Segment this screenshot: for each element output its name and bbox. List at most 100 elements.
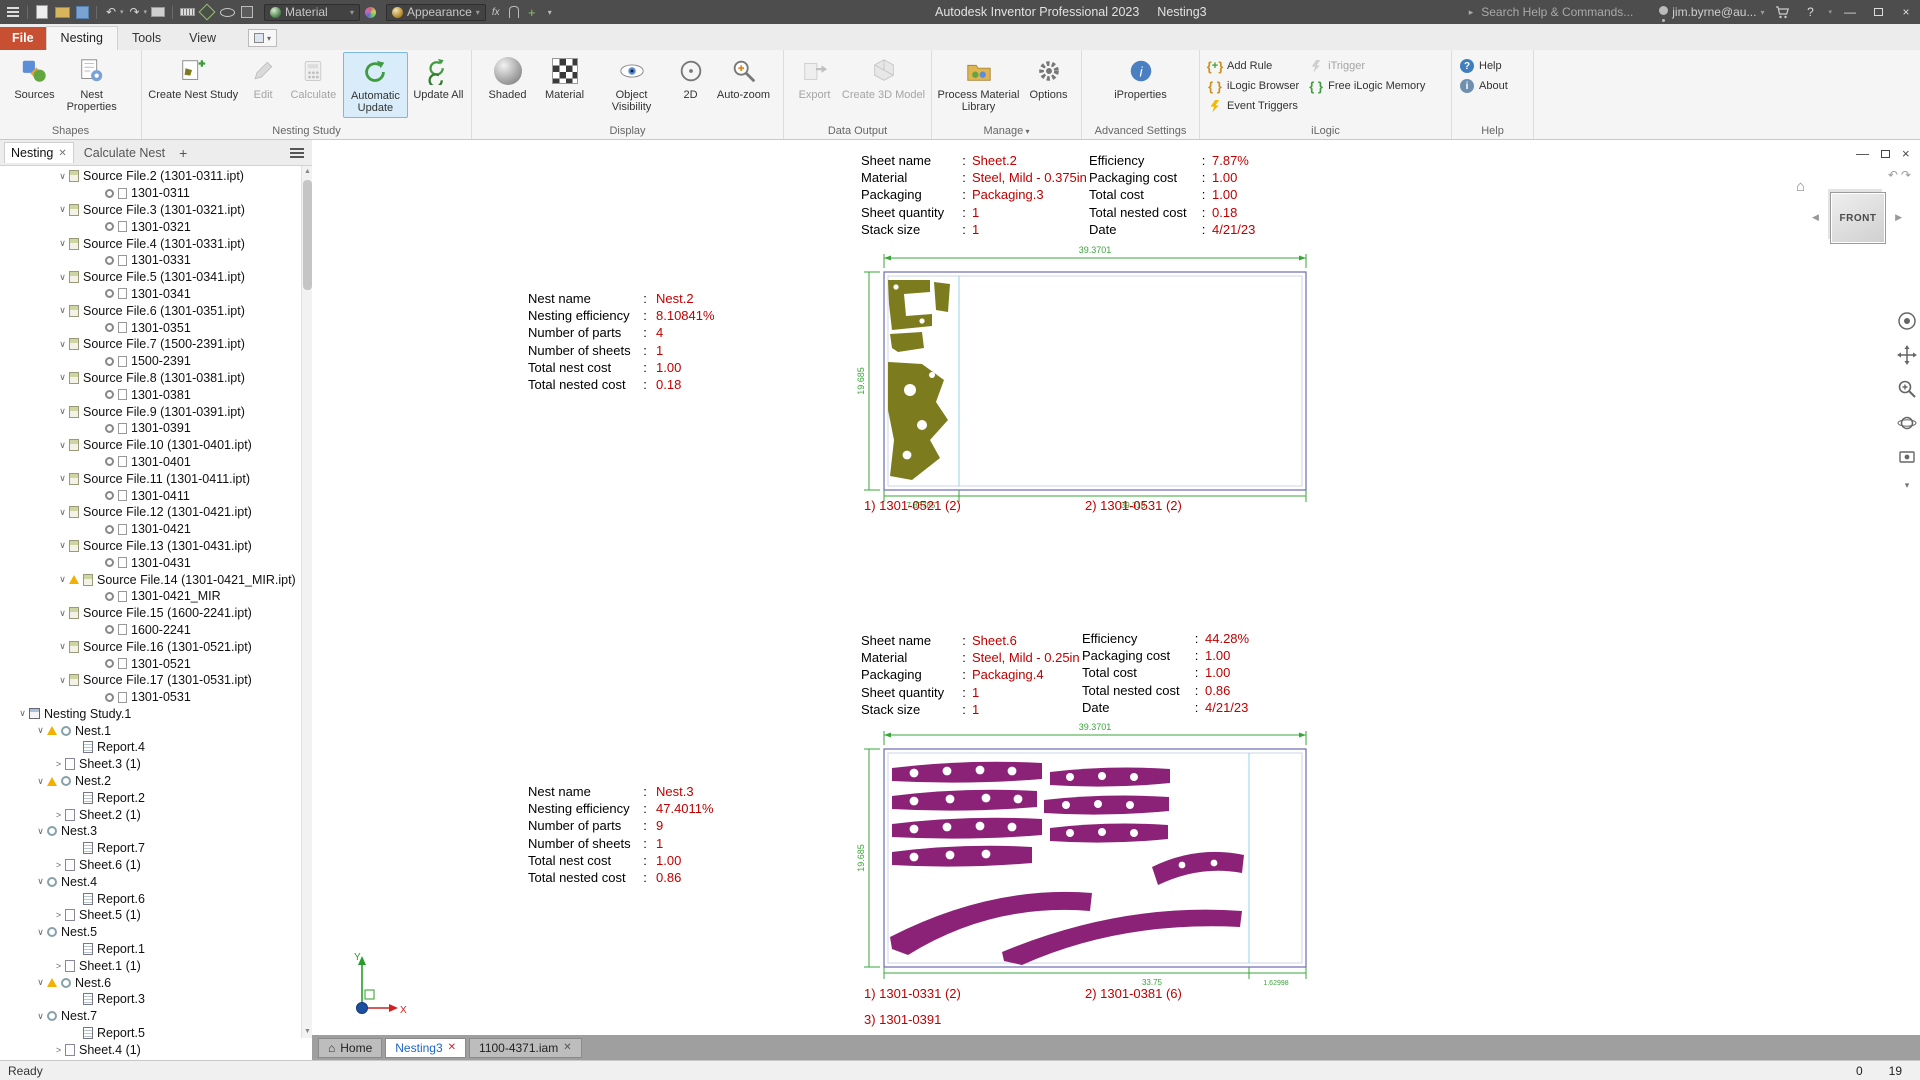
group-label-manage[interactable]: Manage bbox=[932, 125, 1081, 137]
graphics-window[interactable]: — × Sheet name:Sheet.2Material:Steel, Mi… bbox=[312, 140, 1920, 1035]
browser-menu-icon[interactable] bbox=[290, 148, 304, 158]
tree-item[interactable]: Report.6 bbox=[0, 890, 300, 907]
automatic-update-button[interactable]: Automatic Update bbox=[343, 52, 408, 118]
close-icon[interactable]: ✕ bbox=[448, 1042, 456, 1053]
tree-toggle[interactable]: ∨ bbox=[16, 708, 29, 719]
attach-icon[interactable] bbox=[506, 4, 522, 20]
tab-file[interactable]: File bbox=[0, 27, 46, 50]
tree-item[interactable]: >Sheet.6 (1) bbox=[0, 857, 300, 874]
app-icon[interactable] bbox=[4, 4, 22, 20]
tree-item[interactable]: ∨Nest.5 bbox=[0, 924, 300, 941]
tree-toggle[interactable]: ∨ bbox=[34, 1011, 47, 1022]
measure-icon[interactable] bbox=[178, 4, 196, 20]
tree-toggle[interactable]: ∨ bbox=[34, 826, 47, 837]
tree-item[interactable]: 1301-0331 bbox=[0, 252, 300, 269]
tree-toggle[interactable]: > bbox=[52, 961, 65, 971]
tree-item[interactable]: ∨Nest.1 bbox=[0, 722, 300, 739]
tree-item[interactable]: ∨Nest.3 bbox=[0, 823, 300, 840]
tree-item[interactable]: ∨Nest.4 bbox=[0, 873, 300, 890]
tree-item[interactable]: ∨Source File.4 (1301-0331.ipt) bbox=[0, 235, 300, 252]
itrigger-button[interactable]: iTrigger bbox=[1305, 56, 1429, 76]
panel-toggle-button[interactable]: ▾ bbox=[248, 29, 277, 47]
navigation-wheel-icon[interactable] bbox=[1896, 310, 1918, 332]
tree-toggle[interactable]: ∨ bbox=[34, 725, 47, 736]
new-icon[interactable] bbox=[33, 4, 51, 20]
close-button[interactable]: × bbox=[1896, 2, 1916, 22]
tree-item[interactable]: 1500-2391 bbox=[0, 353, 300, 370]
tree-item[interactable]: ∨Source File.11 (1301-0411.ipt) bbox=[0, 470, 300, 487]
tab-tools[interactable]: Tools bbox=[118, 27, 175, 50]
tree-toggle[interactable]: > bbox=[52, 810, 65, 820]
tree-toggle[interactable]: > bbox=[52, 910, 65, 920]
browser-tab-nesting[interactable]: Nesting ✕ bbox=[4, 142, 74, 163]
tree-item[interactable]: 1301-0421_MIR bbox=[0, 588, 300, 605]
tree-toggle[interactable]: > bbox=[52, 759, 65, 769]
tree-item[interactable]: Report.2 bbox=[0, 789, 300, 806]
update-all-button[interactable]: Update All bbox=[410, 52, 467, 118]
undo-icon[interactable] bbox=[102, 4, 120, 20]
tree-toggle[interactable]: ∨ bbox=[56, 440, 69, 451]
tree-item[interactable]: >Sheet.3 (1) bbox=[0, 756, 300, 773]
tree-toggle[interactable]: > bbox=[52, 1045, 65, 1055]
tree-item[interactable]: >Sheet.1 (1) bbox=[0, 957, 300, 974]
adjust-icon[interactable] bbox=[362, 4, 378, 20]
tree-toggle[interactable]: ∨ bbox=[56, 608, 69, 619]
tree-toggle[interactable]: ∨ bbox=[56, 204, 69, 215]
fx-icon[interactable] bbox=[488, 4, 504, 20]
chevron-down-icon[interactable]: ▾ bbox=[1828, 8, 1832, 16]
doc-tab-home[interactable]: ⌂ Home bbox=[318, 1038, 382, 1058]
tree-item[interactable]: Report.1 bbox=[0, 941, 300, 958]
create-3d-model-button[interactable]: Create 3D Model bbox=[842, 52, 926, 118]
tree-item[interactable]: ∨Source File.12 (1301-0421.ipt) bbox=[0, 504, 300, 521]
save-icon[interactable] bbox=[73, 4, 91, 20]
tree-toggle[interactable]: ∨ bbox=[34, 776, 47, 787]
tree-toggle[interactable]: ∨ bbox=[56, 305, 69, 316]
tree-item[interactable]: 1301-0311 bbox=[0, 185, 300, 202]
shaded-button[interactable]: Shaded bbox=[481, 52, 535, 118]
tree-item[interactable]: ∨Nest.6 bbox=[0, 974, 300, 991]
material-dropdown[interactable]: Material ▾ bbox=[264, 4, 360, 21]
navbar-more-icon[interactable]: ▾ bbox=[1905, 480, 1910, 491]
tree-item[interactable]: 1301-0431 bbox=[0, 554, 300, 571]
ilogic-browser-button[interactable]: { } iLogic Browser bbox=[1204, 76, 1303, 96]
doc-tab-1100-4371[interactable]: 1100-4371.iam ✕ bbox=[469, 1038, 582, 1058]
tree-toggle[interactable]: ∨ bbox=[56, 540, 69, 551]
tree-item[interactable]: ∨Nesting Study.1 bbox=[0, 706, 300, 723]
tree-item[interactable]: ∨Source File.17 (1301-0531.ipt) bbox=[0, 672, 300, 689]
look-at-icon[interactable] bbox=[1896, 446, 1918, 468]
chevron-down-icon[interactable]: ▾ bbox=[542, 4, 558, 20]
chevron-down-icon[interactable]: ▾ bbox=[120, 8, 124, 16]
open-icon[interactable] bbox=[53, 4, 71, 20]
tree-item[interactable]: Report.5 bbox=[0, 1025, 300, 1042]
tree-item[interactable]: ∨Source File.3 (1301-0321.ipt) bbox=[0, 202, 300, 219]
auto-zoom-button[interactable]: Auto-zoom bbox=[713, 52, 775, 118]
2d-button[interactable]: 2D bbox=[671, 52, 711, 118]
tree-toggle[interactable]: ∨ bbox=[34, 876, 47, 887]
tree-toggle[interactable]: ∨ bbox=[56, 339, 69, 350]
edit-button[interactable]: Edit bbox=[242, 52, 283, 118]
object-visibility-button[interactable]: Object Visibility bbox=[595, 52, 669, 118]
tree-toggle[interactable]: ∨ bbox=[56, 473, 69, 484]
eye-icon[interactable] bbox=[218, 4, 236, 20]
event-triggers-button[interactable]: Event Triggers bbox=[1204, 96, 1303, 116]
about-button[interactable]: i About bbox=[1456, 76, 1512, 96]
tree-item[interactable]: Report.7 bbox=[0, 840, 300, 857]
tree-item[interactable]: ∨Source File.16 (1301-0521.ipt) bbox=[0, 638, 300, 655]
tree-toggle[interactable]: > bbox=[52, 860, 65, 870]
rotate-right-icon[interactable]: ▶ bbox=[1895, 212, 1902, 223]
search-input[interactable]: Search Help & Commands... bbox=[1481, 5, 1651, 19]
help-icon[interactable]: ? bbox=[1800, 2, 1820, 22]
tree-item[interactable]: ∨Source File.6 (1301-0351.ipt) bbox=[0, 302, 300, 319]
tree-toggle[interactable]: ∨ bbox=[56, 372, 69, 383]
tree-item[interactable]: 1301-0351 bbox=[0, 319, 300, 336]
export-button[interactable]: Export bbox=[790, 52, 840, 118]
tree-item[interactable]: 1301-0531 bbox=[0, 689, 300, 706]
tab-nesting[interactable]: Nesting bbox=[46, 26, 118, 50]
sketch-icon[interactable] bbox=[198, 4, 216, 20]
account-menu[interactable]: jim.byrne@au... ▾ bbox=[1659, 5, 1764, 19]
tree-item[interactable]: ∨Source File.9 (1301-0391.ipt) bbox=[0, 403, 300, 420]
orbit-icon[interactable] bbox=[1896, 412, 1918, 434]
calculate-button[interactable]: Calculate bbox=[286, 52, 341, 118]
tree-item[interactable]: 1301-0401 bbox=[0, 454, 300, 471]
pan-icon[interactable] bbox=[1896, 344, 1918, 366]
